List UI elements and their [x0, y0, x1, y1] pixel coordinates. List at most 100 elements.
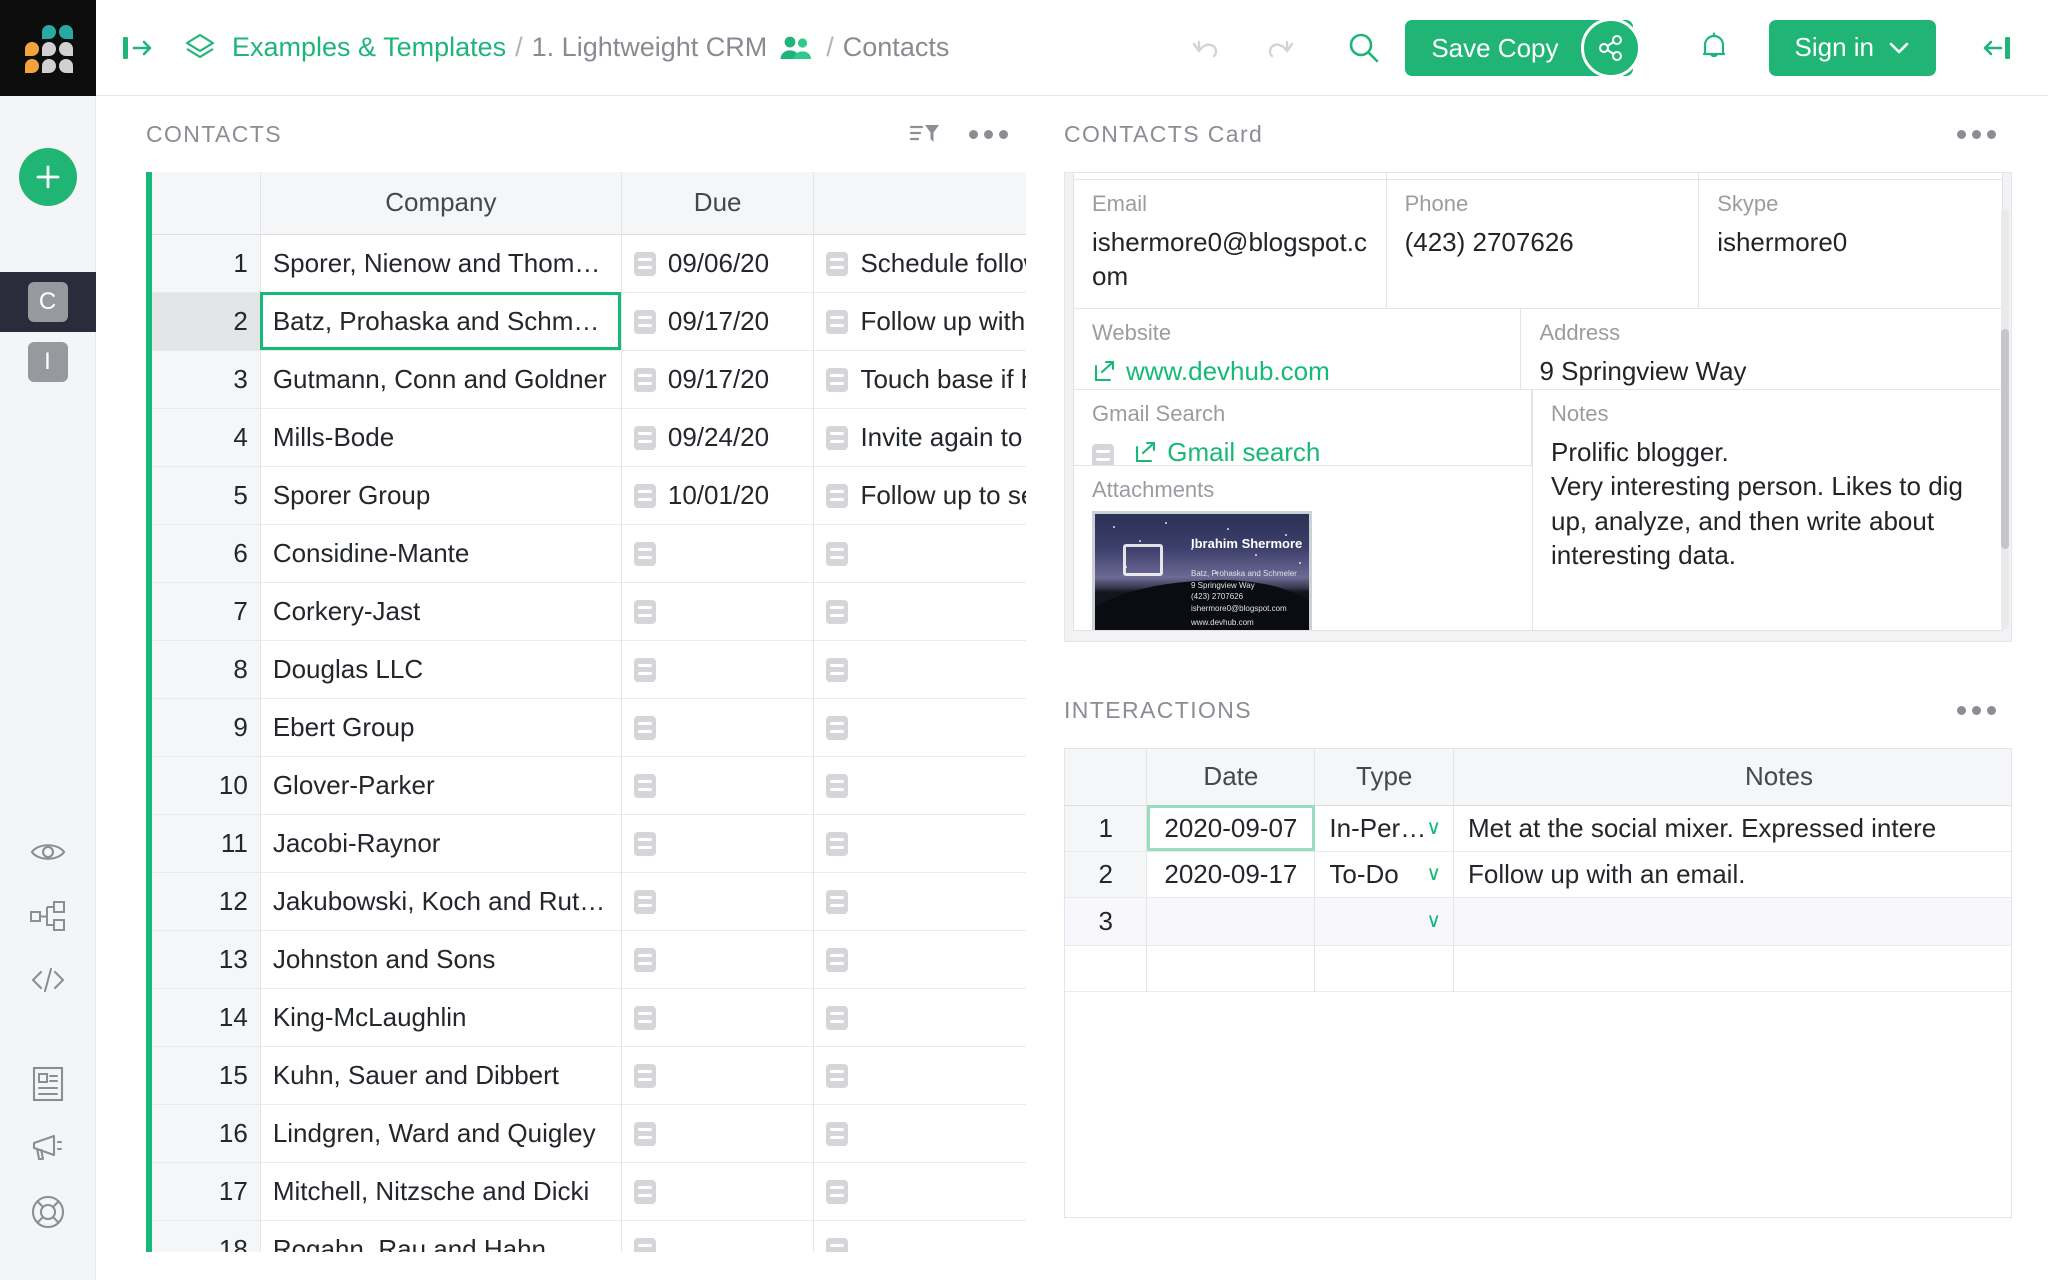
cell-company[interactable]: Johnston and Sons	[260, 930, 622, 989]
cell-company[interactable]: King-McLaughlin	[260, 988, 622, 1047]
row-number[interactable]: 12	[152, 872, 261, 931]
cell-date[interactable]	[1146, 897, 1316, 946]
cell-company[interactable]: Sporer Group	[260, 466, 622, 525]
card-scrollbar-thumb[interactable]	[2001, 329, 2009, 549]
cell-notes[interactable]	[1453, 897, 2011, 946]
column-header-todo[interactable]: To-Do	[813, 172, 1026, 235]
cell-due[interactable]	[621, 524, 815, 583]
cell-due[interactable]	[621, 930, 815, 989]
cell-company[interactable]: Sporer, Nienow and Thom…	[260, 234, 622, 293]
cell-blank[interactable]	[1453, 945, 2011, 992]
cell-due[interactable]	[621, 1162, 815, 1221]
row-number[interactable]: 2	[152, 292, 261, 351]
cell-due[interactable]: 09/06/20	[621, 234, 815, 293]
cell-blank[interactable]	[1314, 945, 1454, 992]
table-row[interactable]: 15 Kuhn, Sauer and Dibbert	[152, 1046, 1026, 1105]
table-row[interactable]: 5Sporer Group 10/01/20 Follow up to see	[152, 466, 1026, 525]
cell-todo[interactable]	[813, 872, 1026, 931]
cell-company[interactable]: Gutmann, Conn and Goldner	[260, 350, 622, 409]
more-options-icon[interactable]	[969, 129, 1008, 139]
cell-company[interactable]: Mitchell, Nitzsche and Dicki	[260, 1162, 622, 1221]
breadcrumb-page[interactable]: Contacts	[843, 32, 950, 63]
row-number[interactable]: 6	[152, 524, 261, 583]
column-header-type[interactable]: Type	[1314, 749, 1454, 806]
article-icon[interactable]	[0, 1052, 96, 1116]
cell-todo[interactable]: Schedule follow-	[813, 234, 1026, 293]
cell-due[interactable]	[621, 640, 815, 699]
table-row[interactable]: 7 Corkery-Jast	[152, 582, 1026, 641]
chevron-down-icon[interactable]: ∨	[1426, 818, 1441, 838]
row-number[interactable]: 16	[152, 1104, 261, 1163]
sidebar-item-interactions[interactable]: I	[0, 332, 96, 392]
column-header-rownum[interactable]	[1065, 749, 1148, 806]
card-field-email[interactable]: Email ishermore0@blogspot.com	[1074, 180, 1387, 308]
cell-company[interactable]: Douglas LLC	[260, 640, 622, 699]
eye-icon[interactable]	[0, 820, 96, 884]
cell-blank[interactable]	[1065, 945, 1148, 992]
table-row[interactable]: 3 Gutmann, Conn and Goldner 09/17/20 Touch …	[152, 350, 1026, 409]
cell-date[interactable]: 2020-09-17	[1146, 851, 1316, 898]
table-row[interactable]: 3 ∨	[1065, 897, 2011, 946]
table-row[interactable]: 8 Douglas LLC	[152, 640, 1026, 699]
chevron-down-icon[interactable]: ∨	[1426, 911, 1441, 931]
cell-company[interactable]: Batz, Prohaska and Schme…	[260, 292, 622, 351]
cell-todo[interactable]	[813, 1046, 1026, 1105]
contacts-card-body[interactable]: Schmeler Email ishermore0@blogspot.com P…	[1064, 172, 2012, 642]
row-number[interactable]: 11	[152, 814, 261, 873]
cell-company[interactable]: Jacobi-Raynor	[260, 814, 622, 873]
table-row[interactable]: 6 Considine-Mante	[152, 524, 1026, 583]
more-options-icon[interactable]	[1957, 129, 1996, 139]
undo-icon[interactable]	[1177, 19, 1235, 77]
column-header-notes[interactable]: Notes	[1453, 749, 2011, 806]
cell-company[interactable]: Corkery-Jast	[260, 582, 622, 641]
card-field-notes[interactable]: Notes Prolific blogger. Very interesting…	[1532, 390, 2002, 630]
row-number[interactable]: 3	[1065, 897, 1148, 946]
table-row[interactable]: 9 Ebert Group	[152, 698, 1026, 757]
table-row[interactable]: 17 Mitchell, Nitzsche and Dicki	[152, 1162, 1026, 1221]
cell-company[interactable]: Rogahn, Rau and Hahn	[260, 1220, 622, 1252]
cell-todo[interactable]	[813, 582, 1026, 641]
card-field-gmail-search[interactable]: Gmail Search Gmail search	[1074, 390, 1532, 466]
cell-blank[interactable]	[1146, 945, 1316, 992]
row-number[interactable]: 17	[152, 1162, 261, 1221]
add-button[interactable]	[18, 148, 77, 206]
attachment-thumbnail[interactable]: Ibrahim Shermore Batz, Prohaska and Schm…	[1092, 511, 1312, 630]
contacts-grid[interactable]: Company Due To-Do 1Sporer, Nienow and Th…	[146, 172, 1026, 1252]
nodes-icon[interactable]	[0, 884, 96, 948]
cell-due[interactable]: 10/01/20	[621, 466, 815, 525]
cell-company[interactable]: Lindgren, Ward and Quigley	[260, 1104, 622, 1163]
sidebar-item-contacts[interactable]: C	[0, 272, 96, 332]
row-number[interactable]: 10	[152, 756, 261, 815]
row-number[interactable]: 9	[152, 698, 261, 757]
table-row[interactable]: 10 Glover-Parker	[152, 756, 1026, 815]
row-number[interactable]: 5	[152, 466, 261, 525]
row-number[interactable]: 4	[152, 408, 261, 467]
cell-due[interactable]	[621, 756, 815, 815]
card-field-skype[interactable]: Skype ishermore0	[1699, 180, 2002, 308]
cell-due[interactable]: 09/17/20	[621, 292, 815, 351]
cell-due[interactable]	[621, 698, 815, 757]
cell-due[interactable]: 09/17/20	[621, 350, 815, 409]
document-stack-icon[interactable]	[182, 30, 218, 66]
lifebuoy-icon[interactable]	[0, 1180, 96, 1244]
row-number[interactable]: 13	[152, 930, 261, 989]
cell-due[interactable]	[621, 814, 815, 873]
card-field-attachments[interactable]: Attachments Ibrahim Shermore Batz, Proha…	[1074, 466, 1532, 630]
cell-date[interactable]: 2020-09-07	[1146, 805, 1316, 852]
interactions-grid[interactable]: Date Type Notes 1 2020-09-07 In-Per… ∨ Met a…	[1064, 748, 2012, 1218]
cell-todo[interactable]	[813, 640, 1026, 699]
cell-company[interactable]: Mills-Bode	[260, 408, 622, 467]
cell-todo[interactable]	[813, 814, 1026, 873]
cell-todo[interactable]	[813, 756, 1026, 815]
column-header-rownum[interactable]	[152, 172, 261, 235]
card-field-website[interactable]: Website www.devhub.com	[1074, 309, 1522, 389]
cell-type[interactable]: To-Do ∨	[1314, 851, 1454, 898]
sort-filter-icon[interactable]	[909, 120, 941, 148]
cell-todo[interactable]	[813, 524, 1026, 583]
cell-type[interactable]: In-Per… ∨	[1314, 805, 1454, 852]
cell-todo[interactable]	[813, 1104, 1026, 1163]
chevron-down-icon[interactable]: ∨	[1426, 864, 1441, 884]
cell-company[interactable]: Glover-Parker	[260, 756, 622, 815]
website-link[interactable]: www.devhub.com	[1092, 354, 1330, 388]
cell-company[interactable]: Kuhn, Sauer and Dibbert	[260, 1046, 622, 1105]
